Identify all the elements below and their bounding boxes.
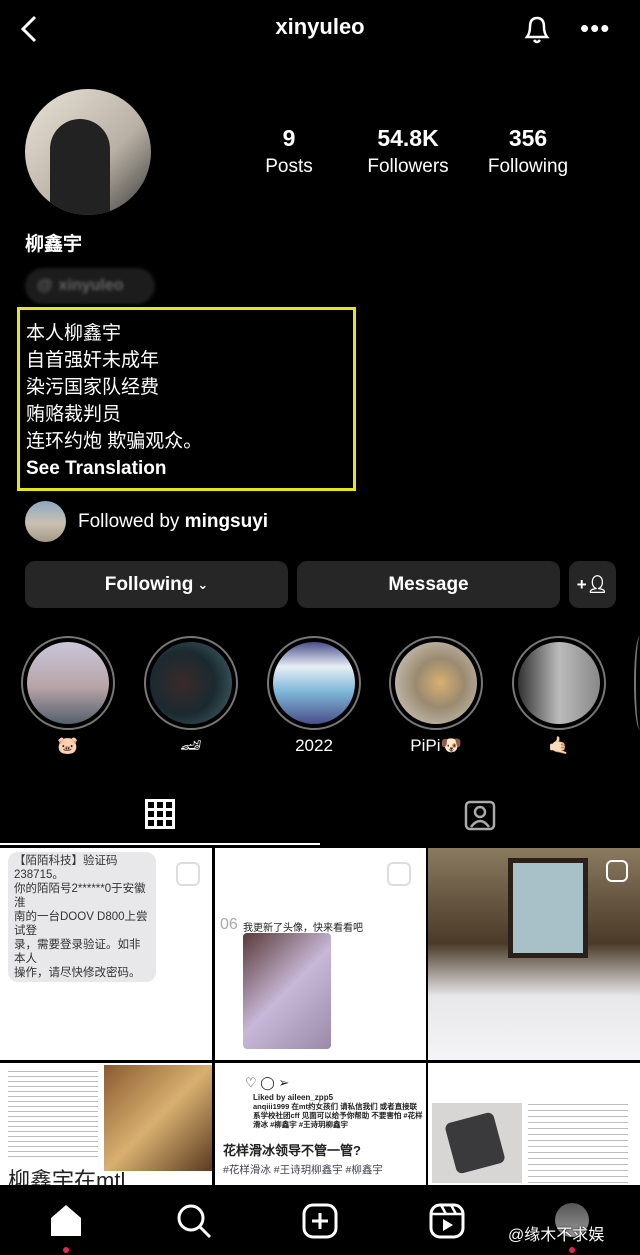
bell-icon[interactable] <box>520 12 554 51</box>
reels-icon[interactable] <box>429 1203 465 1244</box>
search-icon[interactable] <box>175 1202 213 1245</box>
chevron-down-icon: ⌄ <box>197 576 209 592</box>
tab-grid[interactable] <box>0 785 320 845</box>
add-person-icon: +👤︎ <box>576 574 609 594</box>
highlight-4[interactable]: PiPi🐶 <box>389 636 483 756</box>
post-3[interactable] <box>428 848 640 1060</box>
display-name: 柳鑫宇 <box>25 234 83 255</box>
follower-avatar <box>25 501 66 542</box>
highlight-2[interactable]: 🏎 <box>144 636 238 756</box>
highlight-1[interactable]: 🐷 <box>21 636 115 756</box>
post-2[interactable]: 06 我更新了头像，快来看看吧 <box>215 848 426 1060</box>
avatar[interactable] <box>25 89 151 215</box>
message-button[interactable]: Message <box>297 561 560 608</box>
notification-dot <box>63 1247 69 1253</box>
home-icon[interactable] <box>48 1202 84 1243</box>
carousel-icon <box>387 862 411 886</box>
following-button[interactable]: Following ⌄ <box>25 561 288 608</box>
see-translation-link[interactable]: See Translation <box>26 455 347 482</box>
carousel-icon <box>176 862 200 886</box>
threads-icon: @ <box>37 277 53 294</box>
threads-badge[interactable]: @ xinyuleo <box>25 268 155 304</box>
watermark: @缘木不求娱 <box>508 1227 605 1244</box>
post-1[interactable]: 【陌陌科技】验证码238715。 你的陌陌号2******0于安徽淮 南的一台DOO… <box>0 848 212 1060</box>
carousel-icon <box>606 860 628 882</box>
create-post-icon[interactable] <box>302 1203 338 1244</box>
following-stat[interactable]: 356 Following <box>473 125 583 178</box>
highlight-5[interactable]: 🤙🏻 <box>512 636 606 756</box>
add-user-button[interactable]: +👤︎ <box>569 561 616 608</box>
tagged-person-icon <box>464 800 496 831</box>
tab-tagged[interactable] <box>320 785 640 845</box>
grid-icon <box>145 799 175 829</box>
highlight-6[interactable] <box>634 636 640 730</box>
highlight-3[interactable]: 2022 <box>267 636 361 756</box>
post-5[interactable]: ♡ ◯ ➢ Liked by aileen_zpp5 anqiii1999 在m… <box>215 1063 426 1185</box>
notification-dot <box>569 1247 575 1253</box>
posts-stat[interactable]: 9 Posts <box>234 125 344 178</box>
bottom-nav: @缘木不求娱 <box>0 1185 640 1255</box>
followers-stat[interactable]: 54.8K Followers <box>353 125 463 178</box>
post-4[interactable]: 柳鑫宇在mtl <box>0 1063 212 1185</box>
post-6[interactable] <box>428 1063 640 1185</box>
followed-by[interactable]: Followed by mingsuyi <box>25 501 268 542</box>
bio: 本人柳鑫宇 自首强奸未成年 染污国家队经费 贿赂裁判员 连环约炮 欺骗观众。 S… <box>17 307 356 491</box>
more-icon[interactable]: ••• <box>580 15 610 41</box>
